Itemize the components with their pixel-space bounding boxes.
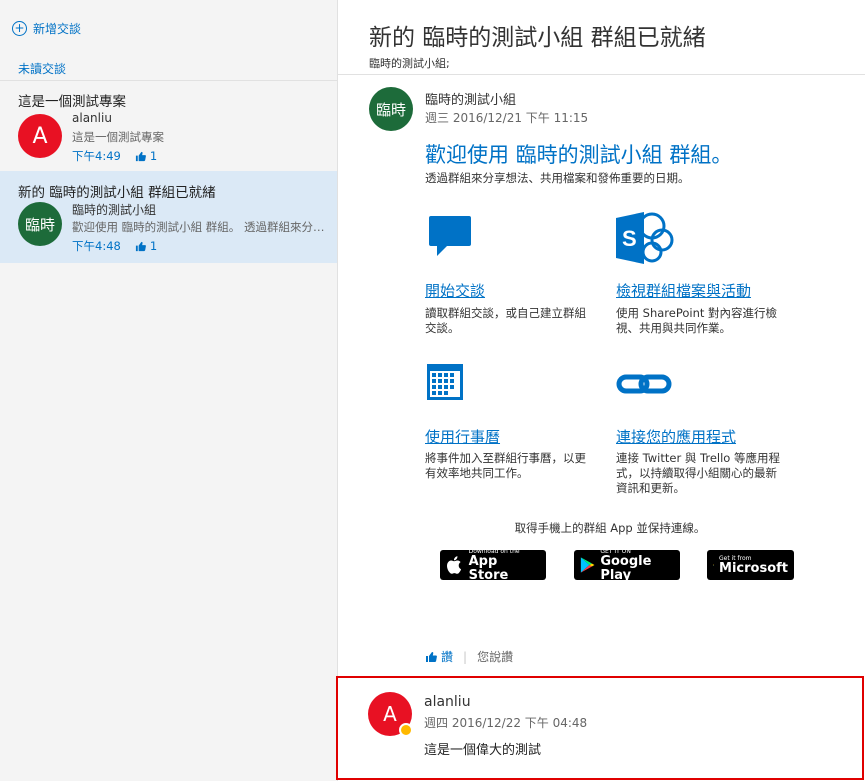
microsoft-store-big: Microsoft (719, 560, 788, 576)
feature-description: 連接 Twitter 與 Trello 等應用程式，以持續取得小組關心的最新資訊… (616, 451, 780, 495)
like-count: 1 (135, 149, 157, 163)
message-sender[interactable]: alanliu (424, 694, 471, 710)
like-count-value: 1 (149, 239, 158, 253)
message-date: 週四 2016/12/22 下午 04:48 (424, 716, 588, 730)
feature-description: 使用 SharePoint 對內容進行檢視、共用與共同作業。 (616, 306, 778, 335)
conversation-sender: alanliu (72, 111, 112, 125)
divider (0, 80, 338, 81)
message-sender[interactable]: 臨時的測試小組 (425, 89, 516, 108)
app-store-big: App Store (468, 553, 509, 583)
svg-text:S: S (622, 226, 637, 251)
google-play-badge[interactable]: GET IT ON Google Play (574, 548, 680, 583)
thumbs-up-icon (426, 651, 437, 662)
start-conversation-link[interactable]: 開始交談 (425, 280, 485, 301)
thumbs-up-icon (135, 151, 146, 161)
conversation-recipients[interactable]: 臨時的測試小組; (369, 55, 450, 71)
view-files-activity-link[interactable]: 檢視群組檔案與活動 (616, 280, 751, 301)
connect-apps-link[interactable]: 連接您的應用程式 (616, 426, 736, 447)
new-conversation-button[interactable]: + 新增交談 (12, 18, 81, 38)
conversation-preview: 歡迎使用 臨時的測試小組 群組。 透過群組來分享想法、共用檔案和發佈重要的日期。 (72, 220, 326, 234)
like-count-value: 1 (149, 149, 158, 163)
thumbs-up-icon (135, 241, 146, 251)
reply-message: A alanliu 週四 2016/12/22 下午 04:48 這是一個偉大的… (336, 676, 864, 780)
conversation-title: 新的 臨時的測試小組 群組已就緒 (369, 25, 706, 51)
welcome-subtitle: 透過群組來分享想法、共用檔案和發佈重要的日期。 (425, 171, 690, 185)
message-actions: 讚 | 您說讚 (425, 648, 513, 665)
app-promo-text: 取得手機上的群組 App 並保持連線。 (514, 521, 706, 535)
message-body: 這是一個偉大的測試 (424, 743, 542, 758)
conversation-item[interactable]: 這是一個測試專案 A alanliu 這是一個測試專案 下午4:49 1 (0, 82, 337, 170)
separator: | (463, 649, 468, 664)
conversation-time: 下午4:49 (72, 149, 121, 163)
conversation-subject: 這是一個測試專案 (18, 94, 126, 110)
conversation-preview: 這是一個測試專案 (72, 130, 164, 144)
new-conversation-label: 新增交談 (33, 21, 82, 36)
avatar: 臨時 (369, 87, 413, 131)
plus-circle-icon: + (12, 20, 27, 36)
unread-filter[interactable]: 未讀交談 (18, 60, 66, 77)
avatar: 臨時 (18, 202, 62, 246)
conversation-meta: 下午4:48 1 (72, 238, 157, 254)
google-play-big: Google Play (600, 553, 652, 583)
microsoft-logo-icon (713, 564, 715, 566)
like-count: 1 (135, 239, 157, 253)
feature-description: 讀取群組交談，或自己建立群組交談。 (425, 306, 586, 335)
feature-description: 將事件加入至群組行事曆，以更有效率地共同工作。 (425, 451, 586, 480)
link-icon (616, 374, 672, 394)
like-label: 讚 (441, 650, 454, 664)
divider (338, 74, 865, 75)
welcome-title: 歡迎使用 臨時的測試小組 群組。 (425, 143, 733, 167)
like-button[interactable]: 讚 (425, 648, 453, 665)
app-store-badge[interactable]: Download on the App Store (440, 548, 546, 583)
presence-status-icon (399, 723, 413, 737)
you-liked-text: 您說讚 (477, 650, 514, 664)
conversation-meta: 下午4:49 1 (72, 148, 157, 164)
conversation-item-selected[interactable]: 新的 臨時的測試小組 群組已就緒 臨時 臨時的測試小組 歡迎使用 臨時的測試小組… (0, 171, 337, 263)
conversation-time: 下午4:48 (72, 239, 121, 253)
sharepoint-icon: S (616, 212, 674, 264)
reading-pane: 新的 臨時的測試小組 群組已就緒 臨時的測試小組; 臨時 臨時的測試小組 週三 … (338, 0, 865, 781)
microsoft-store-badge[interactable]: Get it from Microsoft (707, 550, 794, 580)
chat-bubble-icon (429, 216, 471, 256)
apple-logo-icon (447, 556, 462, 574)
conversation-list-pane: + 新增交談 未讀交談 這是一個測試專案 A alanliu 這是一個測試專案 … (0, 0, 338, 781)
calendar-icon (427, 364, 463, 400)
avatar: A (18, 114, 62, 158)
use-calendar-link[interactable]: 使用行事曆 (425, 426, 500, 447)
conversation-subject: 新的 臨時的測試小組 群組已就緒 (18, 185, 216, 201)
google-play-icon (580, 557, 595, 573)
message-date: 週三 2016/12/21 下午 11:15 (425, 111, 589, 125)
conversation-sender: 臨時的測試小組 (72, 203, 157, 217)
